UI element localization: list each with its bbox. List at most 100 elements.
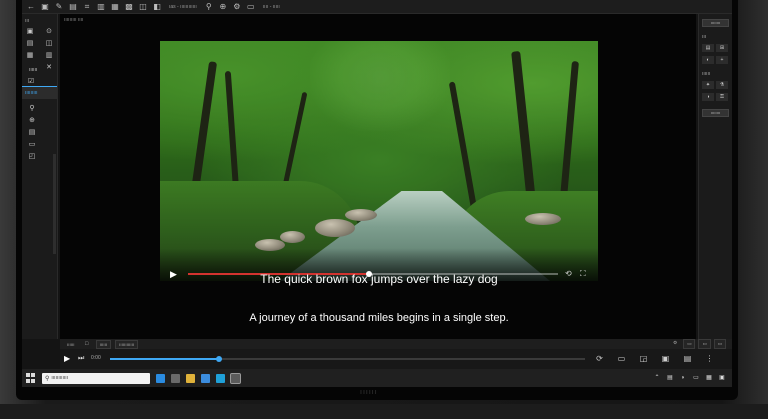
- left-panel: ııı ▣ ⊙ ▤ ◫ ▦ ▥ ıııııı ✕ ☑ ııııııııı ⚲ ⊕…: [22, 14, 58, 339]
- volume-icon[interactable]: ◗: [679, 374, 687, 382]
- action-button[interactable]: ▭: [683, 339, 696, 349]
- export-icon[interactable]: ◰: [28, 153, 36, 161]
- link-icon[interactable]: ⊙: [45, 28, 53, 36]
- monitor-icon[interactable]: ▭: [616, 353, 627, 364]
- right-panel-row: ▤ ⊞: [699, 42, 732, 54]
- timeline-scrubber[interactable]: [110, 356, 585, 362]
- timeline-progress-fill: [110, 358, 220, 360]
- grid-icon[interactable]: ▩: [124, 2, 134, 12]
- start-icon[interactable]: [26, 373, 36, 383]
- notification-icon[interactable]: ▣: [718, 374, 726, 382]
- snapshot-icon[interactable]: ▣: [660, 353, 671, 364]
- canvas-header-label: ııııııııı ıııı: [64, 17, 84, 23]
- action-button[interactable]: ▭: [698, 339, 711, 349]
- checkbox-icon[interactable]: ☑: [27, 78, 35, 86]
- right-panel-top-button[interactable]: ıııııııı: [702, 19, 729, 27]
- effect-icon[interactable]: ✦: [702, 81, 714, 89]
- os-taskbar: ⚲ ıııııııııııı ⌃ ▤ ◗ ▭ ▦ ▣: [22, 369, 732, 387]
- tab-bottom-1[interactable]: ıııııı: [64, 341, 78, 348]
- caption-icon[interactable]: ▭: [28, 141, 36, 149]
- store-app-icon[interactable]: [171, 373, 180, 383]
- bottom-tab-actions: ⚙ ▭ ▭ ▭: [670, 339, 732, 349]
- frame-icon[interactable]: ▦: [110, 2, 120, 12]
- opacity-icon[interactable]: ◐: [702, 56, 714, 64]
- timeline-actions: ⟳ ▭ ◲ ▣ ▤ ⋮: [594, 353, 715, 364]
- left-panel-row: ıııııı ✕: [22, 62, 57, 78]
- list-icon[interactable]: ▥: [45, 52, 53, 60]
- taskbar-search-input[interactable]: ⚲ ıııııııııııı: [42, 372, 150, 384]
- timeline-playhead[interactable]: [216, 356, 223, 362]
- brush-icon[interactable]: ✎: [54, 2, 64, 12]
- left-panel-scrollbar[interactable]: [53, 154, 56, 254]
- right-panel-section: ıııııı: [702, 71, 711, 77]
- bottom-tab-bar: ıııııı ☐ ıııııı ıııııııııııı ⚙ ▭ ▭ ▭: [60, 339, 732, 349]
- tab-panel-b[interactable]: ııııııııı: [22, 86, 57, 99]
- transform-icon[interactable]: ⊞: [716, 44, 728, 52]
- video-player[interactable]: ▶ ⟲ ⛶: [160, 41, 598, 281]
- clip-icon[interactable]: ◫: [138, 2, 148, 12]
- lock-icon[interactable]: ⚿: [716, 93, 728, 101]
- folder-icon[interactable]: ▤: [26, 40, 34, 48]
- loop-icon[interactable]: ⟳: [594, 353, 605, 364]
- caption-line-2: A journey of a thousand miles begins in …: [249, 312, 509, 324]
- step-forward-icon[interactable]: ⏭: [78, 354, 88, 364]
- layers-icon[interactable]: ▥: [96, 2, 106, 12]
- caption-line-1: The quick brown fox jumps over the lazy …: [260, 272, 498, 286]
- river-rock: [280, 231, 305, 243]
- right-panel-action-button[interactable]: ıııııııı: [702, 109, 729, 117]
- chevron-up-icon[interactable]: ⌃: [653, 374, 661, 382]
- more-icon[interactable]: ⋮: [704, 353, 715, 364]
- keyboard-icon[interactable]: ▦: [705, 374, 713, 382]
- desk-surface: [0, 404, 768, 419]
- filter-icon[interactable]: ⚗: [716, 81, 728, 89]
- align-icon[interactable]: ▤: [702, 44, 714, 52]
- right-panel-row: ◐ +: [699, 54, 732, 66]
- right-panel: ıııııııı ııı ▤ ⊞ ◐ + ıııııı ✦ ⚗ ◑ ⚿ ıııı…: [698, 14, 732, 339]
- left-panel-header: ııı: [25, 18, 30, 24]
- left-panel-row: ▦ ▥: [22, 50, 57, 62]
- media-app-icon[interactable]: [216, 373, 225, 383]
- magnify-icon[interactable]: ⚲: [28, 105, 36, 113]
- settings-icon[interactable]: ⚙: [670, 339, 680, 349]
- browser-app-icon[interactable]: [156, 373, 165, 383]
- panel-icon[interactable]: ▭: [246, 2, 256, 12]
- checkbox-icon[interactable]: ☐: [82, 340, 92, 348]
- tab-bottom-2[interactable]: ıııııı: [95, 339, 112, 349]
- right-panel-row: ◑ ⚿: [699, 91, 732, 103]
- zoom-icon[interactable]: ⊕: [218, 2, 228, 12]
- action-button[interactable]: ▭: [713, 339, 726, 349]
- add-icon[interactable]: +: [716, 56, 728, 64]
- timecode: 0:00: [91, 355, 101, 361]
- copy-icon[interactable]: ◫: [45, 40, 53, 48]
- battery-icon[interactable]: ▭: [692, 374, 700, 382]
- caption-icon[interactable]: ▤: [682, 353, 693, 364]
- picture-in-picture-icon[interactable]: ◲: [638, 353, 649, 364]
- left-panel-row: ▤ ◫: [22, 38, 57, 50]
- left-panel-row: ▣ ⊙: [22, 26, 57, 38]
- river-rock: [345, 209, 377, 221]
- back-arrow-icon[interactable]: ←: [26, 2, 36, 12]
- crop-icon[interactable]: ⌗: [82, 2, 92, 12]
- note-icon[interactable]: ▤: [28, 129, 36, 137]
- right-panel-section: ııı: [702, 34, 707, 40]
- document-icon[interactable]: ▣: [40, 2, 50, 12]
- media-icon[interactable]: ▣: [26, 28, 34, 36]
- settings-icon[interactable]: ⚙: [232, 2, 242, 12]
- active-app-icon[interactable]: [230, 372, 241, 384]
- folder-app-icon[interactable]: [186, 373, 195, 383]
- image-icon[interactable]: ▤: [68, 2, 78, 12]
- close-icon[interactable]: ✕: [45, 64, 53, 72]
- tag-icon[interactable]: ◧: [152, 2, 162, 12]
- network-icon[interactable]: ▤: [666, 374, 674, 382]
- play-icon[interactable]: ▶: [64, 354, 74, 364]
- color-icon[interactable]: ◑: [702, 93, 714, 101]
- mail-app-icon[interactable]: [201, 373, 210, 383]
- tab-panel-a[interactable]: ıııııı: [26, 64, 40, 76]
- toolbar-label: ıas - ıııııııııııı: [169, 3, 197, 10]
- grid-icon[interactable]: ▦: [26, 52, 34, 60]
- screen: ← ▣ ✎ ▤ ⌗ ▥ ▦ ▩ ◫ ◧ ıas - ıııııııııııı ⚲…: [22, 0, 732, 387]
- search-icon[interactable]: ⚲: [204, 2, 214, 12]
- system-tray: ⌃ ▤ ◗ ▭ ▦ ▣: [653, 374, 732, 382]
- zoom-icon[interactable]: ⊕: [28, 117, 36, 125]
- tab-bottom-3[interactable]: ıııııııııııı: [115, 339, 139, 349]
